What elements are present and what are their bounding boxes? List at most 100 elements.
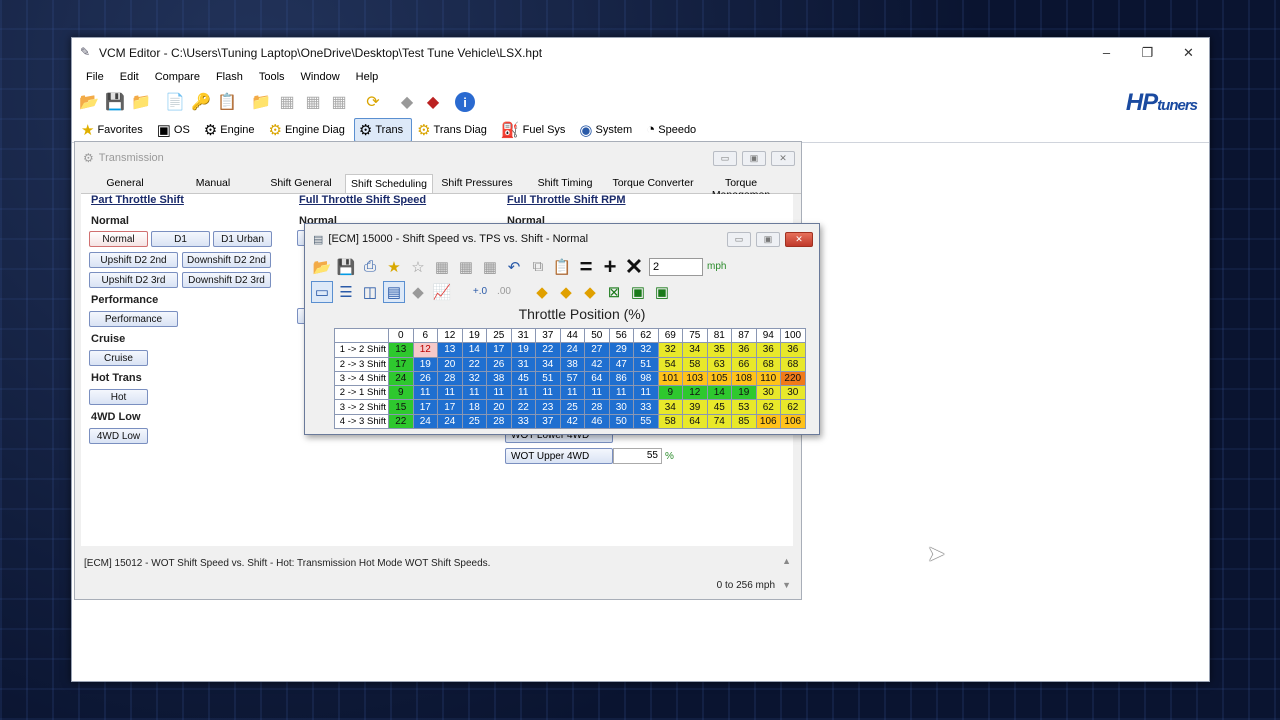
close-button[interactable]: ✕: [1168, 38, 1209, 67]
table-cell[interactable]: 68: [780, 356, 806, 372]
interpolate-selection-icon[interactable]: ⊠: [603, 281, 625, 303]
category-fuel-sys[interactable]: ⛽ Fuel Sys: [496, 118, 574, 142]
scroll-up-icon[interactable]: ▲: [782, 556, 791, 566]
menu-file[interactable]: File: [78, 71, 112, 83]
table-cell[interactable]: 53: [731, 399, 757, 415]
table-b-icon[interactable]: ▦: [301, 90, 325, 114]
view-horizontal-split-icon[interactable]: ☰: [335, 281, 357, 303]
compare-icon[interactable]: 📁: [249, 90, 273, 114]
table-cell[interactable]: 12: [412, 342, 438, 358]
hot-button[interactable]: Hot: [89, 389, 148, 405]
column-header[interactable]: 75: [682, 327, 708, 344]
column-header[interactable]: 37: [535, 327, 561, 344]
table-cell[interactable]: 26: [412, 370, 438, 387]
downshift-d2-3rd-button[interactable]: Downshift D2 3rd: [182, 272, 271, 288]
table-cell[interactable]: 98: [633, 370, 659, 387]
table-cell[interactable]: 32: [461, 370, 487, 387]
table-cell[interactable]: 17: [388, 356, 414, 372]
table-cell[interactable]: 32: [633, 342, 659, 358]
table-cell[interactable]: 110: [755, 370, 781, 387]
menu-tools[interactable]: Tools: [251, 71, 293, 83]
minimize-button[interactable]: –: [1086, 38, 1127, 67]
table-cell[interactable]: 15: [388, 399, 414, 415]
category-speedo[interactable]: ◔ Speedo: [641, 118, 705, 142]
smooth-icon[interactable]: ◆: [531, 281, 553, 303]
table-cell[interactable]: 54: [657, 356, 683, 372]
tab-manual[interactable]: Manual: [169, 174, 257, 193]
open-folder-icon[interactable]: 📂: [77, 90, 101, 114]
save-icon[interactable]: 💾: [335, 256, 357, 278]
minimize-button[interactable]: ▭: [713, 150, 737, 166]
graph-view-icon[interactable]: 📈: [431, 281, 453, 303]
table-cell[interactable]: 17: [437, 399, 463, 415]
row-header[interactable]: 4 -> 3 Shift: [334, 413, 389, 430]
column-header[interactable]: 87: [731, 327, 757, 344]
category-favorites[interactable]: ★ Favorites: [76, 118, 152, 142]
column-header[interactable]: 50: [584, 327, 610, 344]
table-cell[interactable]: 55: [633, 413, 659, 430]
minimize-button[interactable]: ▭: [727, 231, 751, 247]
history-table-icon[interactable]: ▦: [479, 256, 501, 278]
refresh-icon[interactable]: ⟳: [361, 90, 385, 114]
table-cell[interactable]: 22: [510, 399, 536, 415]
column-header[interactable]: 19: [461, 327, 487, 344]
table-cell[interactable]: 11: [608, 385, 634, 401]
table-cell[interactable]: 51: [535, 370, 561, 387]
table-view-icon[interactable]: ▤: [383, 280, 405, 303]
scroll-down-icon[interactable]: ▼: [782, 580, 791, 590]
table-cell[interactable]: 32: [657, 342, 683, 358]
column-header[interactable]: 44: [559, 327, 585, 344]
tab-torque-management[interactable]: Torque Managemen: [697, 174, 785, 201]
remove-favorite-icon[interactable]: ☆: [407, 256, 429, 278]
table-cell[interactable]: 13: [388, 342, 414, 358]
vehicle-info-icon[interactable]: 📄: [163, 90, 187, 114]
table-cell[interactable]: 42: [584, 356, 610, 372]
column-header[interactable]: 69: [657, 327, 683, 344]
table-cell[interactable]: 26: [486, 356, 512, 372]
downshift-d2-2nd-button[interactable]: Downshift D2 2nd: [182, 252, 271, 268]
table-cell[interactable]: 11: [633, 385, 659, 401]
table-cell[interactable]: 31: [510, 356, 536, 372]
table-cell[interactable]: 34: [682, 342, 708, 358]
operation-value-input[interactable]: 2: [649, 257, 703, 276]
checksum-icon[interactable]: 📋: [215, 90, 239, 114]
column-header[interactable]: 100: [780, 327, 806, 344]
column-header[interactable]: 94: [755, 327, 781, 344]
add-favorite-icon[interactable]: ★: [383, 256, 405, 278]
table-cell[interactable]: 106: [755, 413, 781, 430]
table-cell[interactable]: 19: [731, 385, 757, 401]
column-header[interactable]: 6: [412, 327, 438, 344]
table-cell[interactable]: 62: [755, 399, 781, 415]
table-cell[interactable]: 12: [682, 385, 708, 401]
table-cell[interactable]: 34: [657, 399, 683, 415]
table-cell[interactable]: 30: [780, 385, 806, 401]
table-cell[interactable]: 11: [412, 385, 438, 401]
compare-table-icon[interactable]: ▦: [455, 256, 477, 278]
row-header[interactable]: 1 -> 2 Shift: [334, 342, 389, 358]
table-cell[interactable]: 33: [633, 399, 659, 415]
table-cell[interactable]: 20: [437, 356, 463, 372]
print-icon[interactable]: ⎙: [359, 256, 381, 278]
table-cell[interactable]: 11: [559, 385, 585, 401]
upshift-d2-3rd-button[interactable]: Upshift D2 3rd: [89, 272, 178, 288]
tab-shift-timing[interactable]: Shift Timing: [521, 174, 609, 193]
d1-button[interactable]: D1: [151, 231, 210, 247]
table-cell[interactable]: 108: [731, 370, 757, 387]
table-cell[interactable]: 20: [486, 399, 512, 415]
table-cell[interactable]: 28: [437, 370, 463, 387]
multiply-value-icon[interactable]: ✕: [623, 254, 645, 279]
table-cell[interactable]: 51: [633, 356, 659, 372]
table-cell[interactable]: 22: [388, 413, 414, 430]
table-cell[interactable]: 17: [486, 342, 512, 358]
4wd-low-button[interactable]: 4WD Low: [89, 428, 148, 444]
table-a-icon[interactable]: ▦: [275, 90, 299, 114]
category-trans[interactable]: ⚙ Trans: [353, 117, 413, 142]
table-cell[interactable]: 24: [437, 413, 463, 430]
close-button[interactable]: ✕: [771, 150, 795, 166]
table-cell[interactable]: 28: [584, 399, 610, 415]
table-cell[interactable]: 33: [510, 413, 536, 430]
table-cell[interactable]: 103: [682, 370, 708, 387]
fill-selection-icon[interactable]: ▣: [627, 281, 649, 303]
table-cell[interactable]: 18: [461, 399, 487, 415]
table-cell[interactable]: 11: [535, 385, 561, 401]
